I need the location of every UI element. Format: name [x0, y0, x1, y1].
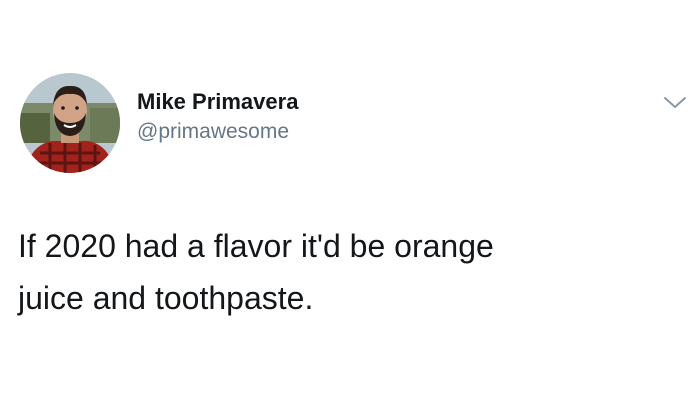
chevron-down-icon [664, 97, 686, 108]
author-display-name[interactable]: Mike Primavera [137, 88, 298, 116]
avatar[interactable] [20, 73, 120, 173]
author-block: Mike Primavera @primawesome [137, 88, 298, 145]
tweet-card: Mike Primavera @primawesome If 2020 had … [0, 0, 700, 417]
tweet-menu-button[interactable] [662, 95, 688, 111]
tweet-text: If 2020 had a flavor it'd be orange juic… [18, 220, 678, 324]
profile-photo-icon [20, 73, 120, 173]
tweet-text-line: juice and toothpaste. [18, 280, 314, 316]
author-handle[interactable]: @primawesome [137, 119, 298, 145]
tweet-text-line: If 2020 had a flavor it'd be orange [18, 228, 494, 264]
